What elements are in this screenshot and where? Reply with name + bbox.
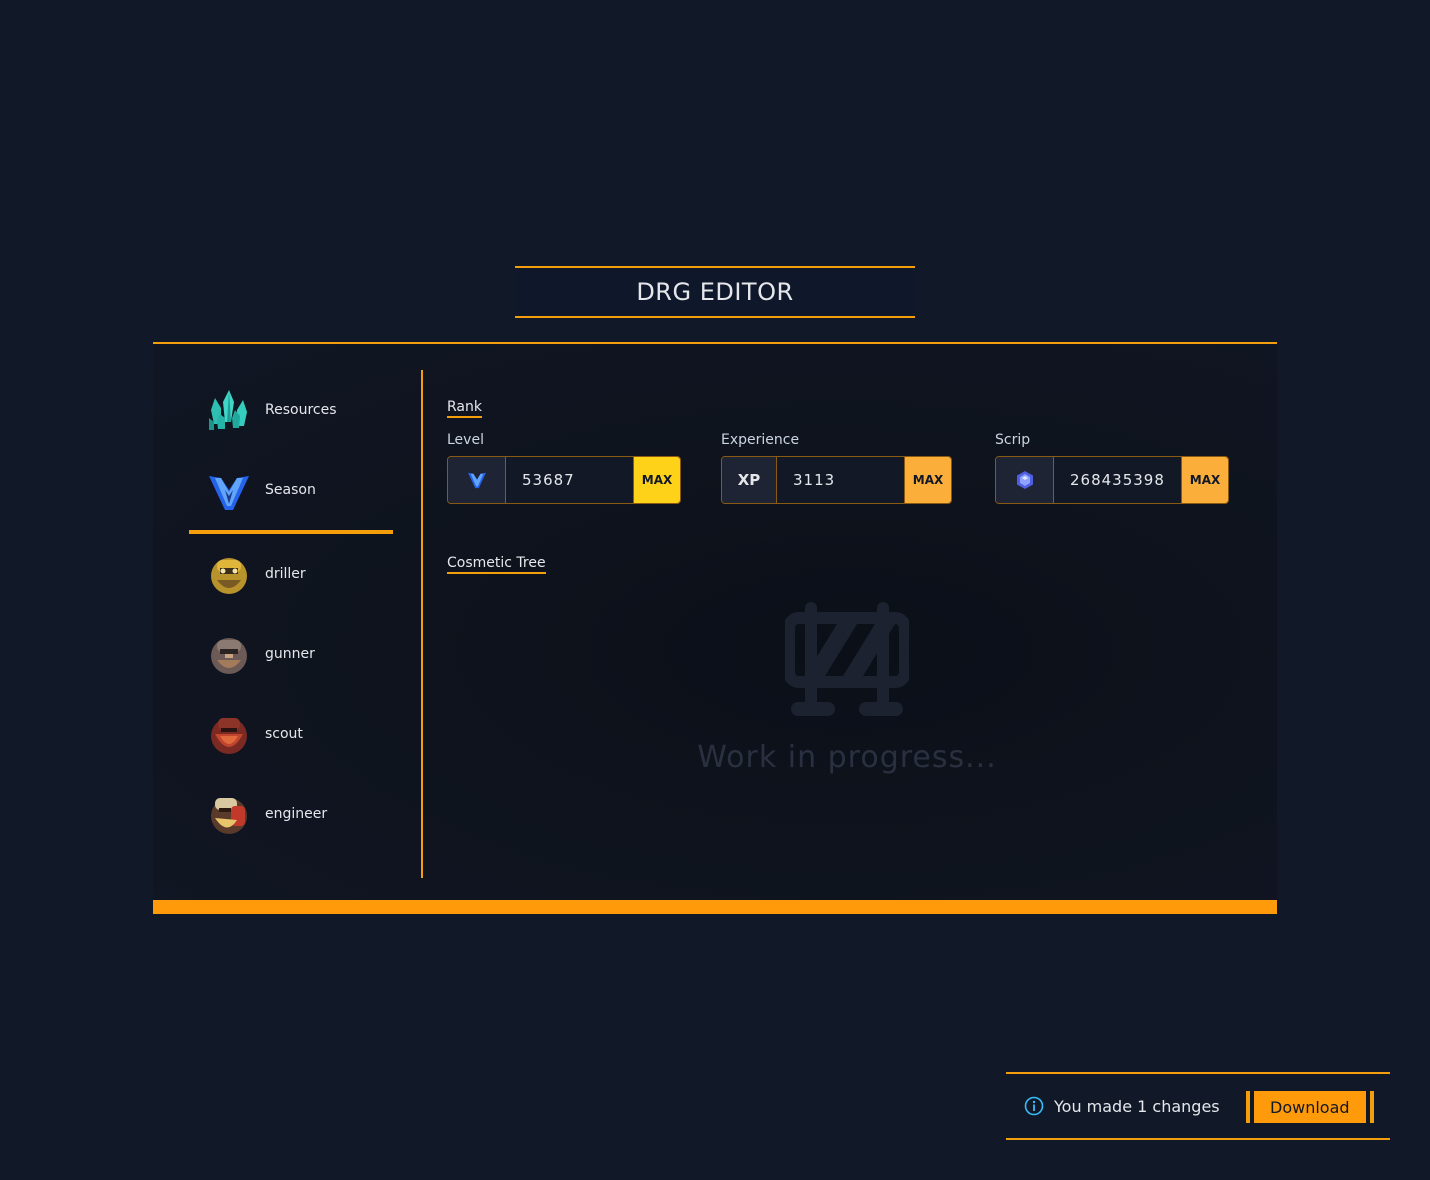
engineer-portrait-icon bbox=[207, 792, 251, 836]
sidebar-item-engineer[interactable]: engineer bbox=[189, 774, 393, 854]
sidebar-item-label: Season bbox=[265, 482, 316, 498]
experience-field: Experience XP MAX bbox=[721, 432, 952, 504]
sidebar-item-resources[interactable]: Resources bbox=[189, 370, 393, 450]
season-icon bbox=[207, 468, 251, 512]
rank-fields: Level MAX Experience bbox=[447, 432, 1247, 510]
work-in-progress: Work in progress... bbox=[447, 602, 1247, 775]
sidebar-item-season[interactable]: Season bbox=[189, 450, 393, 534]
crystal-icon bbox=[207, 388, 251, 432]
sidebar-item-gunner[interactable]: gunner bbox=[189, 614, 393, 694]
sidebar-divider bbox=[421, 370, 423, 878]
scrip-input-group: MAX bbox=[995, 456, 1229, 504]
download-button-frame: Download bbox=[1246, 1091, 1374, 1123]
app-title-box: DRG EDITOR bbox=[515, 266, 915, 318]
scrip-field: Scrip MAX bbox=[995, 432, 1229, 504]
experience-input[interactable] bbox=[777, 457, 905, 503]
cosmetic-tree-title: Cosmetic Tree bbox=[447, 554, 546, 574]
app-title: DRG EDITOR bbox=[636, 278, 794, 306]
download-button[interactable]: Download bbox=[1254, 1091, 1366, 1123]
wip-text: Work in progress... bbox=[697, 740, 997, 775]
toast-message: You made 1 changes bbox=[1054, 1096, 1220, 1116]
scrip-input[interactable] bbox=[1054, 457, 1182, 503]
level-input-group: MAX bbox=[447, 456, 681, 504]
sidebar-item-label: Resources bbox=[265, 402, 337, 418]
sidebar-item-label: scout bbox=[265, 726, 303, 742]
sidebar-item-label: driller bbox=[265, 566, 306, 582]
level-max-button[interactable]: MAX bbox=[634, 457, 680, 503]
gunner-portrait-icon bbox=[207, 632, 251, 676]
sidebar-item-label: engineer bbox=[265, 806, 328, 822]
scrip-gem-icon bbox=[996, 457, 1054, 503]
experience-label: Experience bbox=[721, 432, 800, 448]
level-field: Level MAX bbox=[447, 432, 681, 504]
scout-portrait-icon bbox=[207, 712, 251, 756]
barrier-icon bbox=[783, 602, 911, 722]
level-input[interactable] bbox=[506, 457, 634, 503]
sidebar-item-scout[interactable]: scout bbox=[189, 694, 393, 774]
main-panel: Resources Season driller gunner scout en… bbox=[153, 342, 1277, 902]
season-icon bbox=[448, 457, 506, 503]
changes-toast: You made 1 changes Download bbox=[1006, 1072, 1390, 1140]
sidebar-item-driller[interactable]: driller bbox=[189, 534, 393, 614]
info-icon bbox=[1024, 1096, 1044, 1116]
level-label: Level bbox=[447, 432, 484, 448]
sidebar: Resources Season driller gunner scout en… bbox=[189, 370, 393, 854]
driller-portrait-icon bbox=[207, 552, 251, 596]
sidebar-item-label: gunner bbox=[265, 646, 315, 662]
experience-max-button[interactable]: MAX bbox=[905, 457, 951, 503]
scrip-max-button[interactable]: MAX bbox=[1182, 457, 1228, 503]
bottom-accent-bar bbox=[153, 900, 1277, 914]
page: DRG EDITOR Resources Season driller gunn… bbox=[0, 0, 1430, 1180]
rank-section-title: Rank bbox=[447, 398, 482, 418]
xp-prefix: XP bbox=[722, 457, 777, 503]
content-area: Rank Level MAX bbox=[447, 370, 1247, 574]
experience-input-group: XP MAX bbox=[721, 456, 952, 504]
scrip-label: Scrip bbox=[995, 432, 1031, 448]
